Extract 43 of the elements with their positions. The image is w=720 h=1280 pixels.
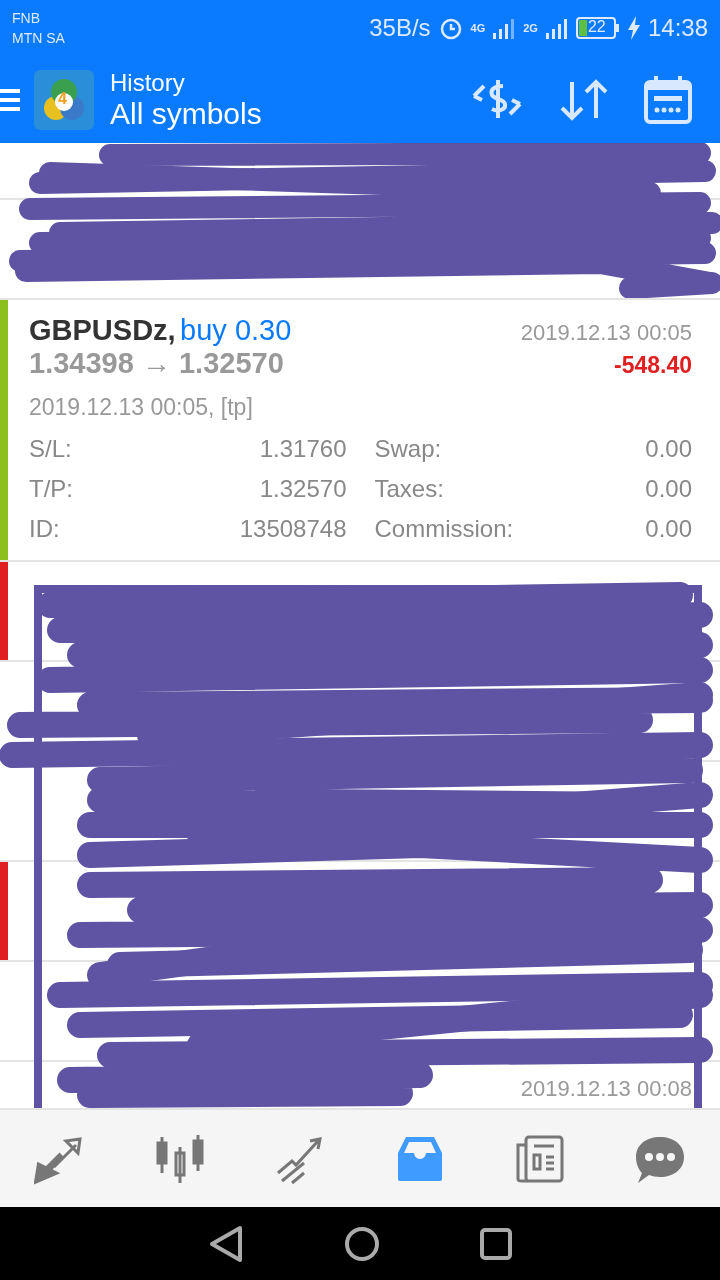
calendar-icon[interactable] bbox=[644, 75, 692, 124]
menu-icon[interactable] bbox=[0, 86, 22, 113]
network-type-text: 4G bbox=[470, 22, 486, 34]
detail-value: 0.00 bbox=[645, 475, 692, 503]
signal-icon bbox=[493, 17, 516, 39]
time-text: 2019.12.13 00:05 bbox=[520, 320, 692, 346]
carrier-name: FNB bbox=[12, 9, 41, 28]
detail-label: Commission: bbox=[374, 515, 514, 543]
detail-value: 1.31760 bbox=[259, 435, 347, 463]
screen-title: History bbox=[110, 68, 186, 97]
candlestick-icon bbox=[154, 1132, 206, 1185]
detail-label: Swap: bbox=[374, 435, 442, 463]
detail-label: S/L: bbox=[29, 435, 72, 463]
recent-apps-icon[interactable] bbox=[480, 1227, 512, 1260]
detail-value: 0.00 bbox=[645, 435, 692, 463]
detail-value: 0.00 bbox=[645, 515, 692, 543]
data-speed-text: 35B/s bbox=[369, 14, 431, 42]
clock-text: 14:38 bbox=[647, 14, 708, 42]
charging-icon bbox=[627, 16, 640, 40]
signal-icon bbox=[545, 17, 568, 39]
time-text: 2019.12.13 00:08 bbox=[520, 1076, 692, 1102]
price-text: 1.34398 → 1.32570 bbox=[29, 347, 284, 380]
back-icon[interactable] bbox=[208, 1223, 244, 1264]
detail-value: 13508748 bbox=[239, 515, 347, 543]
app-logo bbox=[34, 69, 94, 130]
detail-value: 1.32570 bbox=[259, 475, 347, 503]
symbol-filter-text: All symbols bbox=[110, 96, 263, 131]
sort-icon[interactable] bbox=[558, 77, 610, 122]
carrier-name: MTN SA bbox=[12, 29, 66, 48]
trade-side-text: buy 0.30 bbox=[180, 314, 292, 346]
nav-tab[interactable] bbox=[154, 1132, 206, 1185]
detail-label: ID: bbox=[29, 515, 60, 543]
battery-level-text: 22 bbox=[587, 18, 606, 36]
home-icon[interactable] bbox=[344, 1225, 380, 1262]
network-type-text: 2G bbox=[523, 22, 538, 34]
symbol-text: GBPUSDz, bbox=[29, 314, 176, 346]
open-time-text: 2019.12.13 00:05, [tp] bbox=[29, 394, 254, 421]
logo-number: 4 bbox=[58, 89, 67, 108]
alarm-icon bbox=[438, 16, 463, 40]
detail-label: T/P: bbox=[29, 475, 73, 503]
detail-label: Taxes: bbox=[374, 475, 444, 503]
battery-icon bbox=[575, 16, 620, 40]
profit-text: -548.40 bbox=[614, 352, 692, 379]
